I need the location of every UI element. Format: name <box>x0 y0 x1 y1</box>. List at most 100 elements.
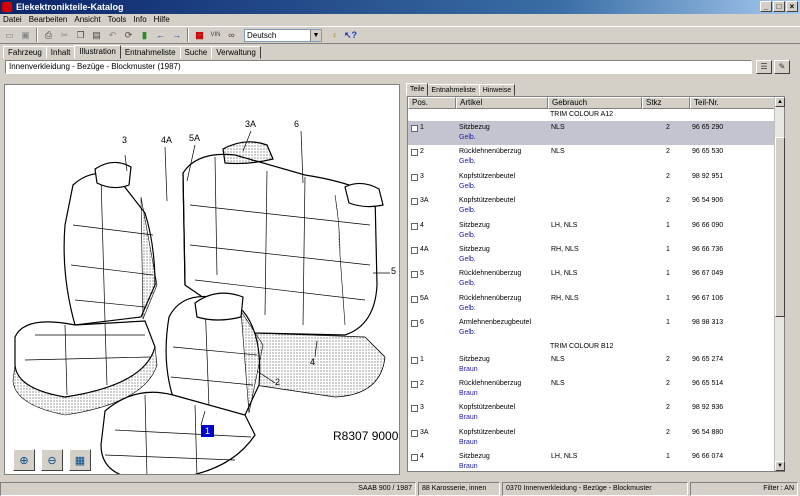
table-row[interactable]: 2 Rücklehnenüberzug Braun NLS 2 96 65 514 <box>408 377 784 401</box>
open-icon[interactable]: ▭ <box>2 28 17 43</box>
callout-5a[interactable]: 5A <box>189 133 200 143</box>
cell-artikel: Kopfstützenbeutel <box>459 404 516 412</box>
callout-2[interactable]: 2 <box>275 377 280 387</box>
callout-1-selected[interactable]: 1 <box>201 425 214 437</box>
print-icon[interactable]: ⎙ <box>41 28 56 43</box>
scroll-up-icon[interactable]: ▲ <box>775 97 785 107</box>
callout-6[interactable]: 6 <box>294 119 299 129</box>
table-row[interactable]: 3A Kopfstützenbeutel Braun 2 96 54 880 <box>408 426 784 450</box>
minimize-button[interactable]: _ <box>760 1 772 12</box>
copy-icon[interactable]: ❐ <box>73 28 88 43</box>
tab-entnahmeliste[interactable]: Entnahmeliste <box>119 46 181 59</box>
table-row[interactable]: 2 Rücklehnenüberzug Gelb. NLS 2 96 65 530 <box>408 145 784 169</box>
tab-entnahmeliste-parts[interactable]: Entnahmeliste <box>427 84 480 96</box>
header-artikel[interactable]: Artikel <box>456 97 548 109</box>
cell-color: Gelb. <box>459 304 476 312</box>
whats-this-icon[interactable]: ↖? <box>343 28 358 43</box>
scroll-thumb[interactable] <box>775 137 785 317</box>
status-light-icon[interactable]: ▮ <box>137 28 152 43</box>
list-icon[interactable]: ☰ <box>756 60 772 74</box>
table-row[interactable]: 1 Sitzbezug Braun NLS 2 96 65 274 <box>408 353 784 377</box>
tab-inhalt[interactable]: Inhalt <box>45 46 76 59</box>
row-checkbox[interactable] <box>411 429 418 437</box>
row-checkbox[interactable] <box>411 271 418 279</box>
vin-icon[interactable]: VIN <box>208 28 223 43</box>
table-row[interactable]: 4A Sitzbezug Gelb. RH, NLS 1 96 66 736 <box>408 243 784 267</box>
table-row[interactable]: 3 Kopfstützenbeutel Braun 2 98 92 936 <box>408 401 784 425</box>
edit-icon[interactable]: ✎ <box>774 60 790 74</box>
toolbar-separator <box>36 28 38 42</box>
tab-suche[interactable]: Suche <box>179 46 213 59</box>
paste-icon[interactable]: ▤ <box>89 28 104 43</box>
table-row[interactable]: 4 Sitzbezug Braun LH, NLS 1 96 66 074 <box>408 450 784 471</box>
maximize-button[interactable]: □ <box>773 1 785 12</box>
header-gebrauch[interactable]: Gebrauch <box>548 97 642 109</box>
table-row[interactable]: 3 Kopfstützenbeutel Gelb. 2 98 92 951 <box>408 170 784 194</box>
callout-5[interactable]: 5 <box>391 266 396 276</box>
tab-fahrzeug[interactable]: Fahrzeug <box>3 46 47 59</box>
cell-artikel: Kopfstützenbeutel <box>459 172 516 180</box>
tab-illustration[interactable]: Illustration <box>74 45 121 59</box>
table-row[interactable]: 1 Sitzbezug Gelb. NLS 2 96 65 290 <box>408 121 784 146</box>
row-checkbox[interactable] <box>411 454 418 462</box>
row-checkbox[interactable] <box>411 222 418 230</box>
table-row[interactable]: 3A Kopfstützenbeutel Gelb. 2 96 54 906 <box>408 194 784 218</box>
row-checkbox[interactable] <box>411 173 418 181</box>
row-checkbox[interactable] <box>411 320 418 328</box>
row-checkbox[interactable] <box>411 356 418 364</box>
header-pos[interactable]: Pos. <box>408 97 456 109</box>
refresh-icon[interactable]: ⟳ <box>121 28 136 43</box>
zoom-in-icon[interactable]: ⊕ <box>13 449 35 471</box>
row-checkbox[interactable] <box>411 125 418 132</box>
cell-teilnr: 96 67 049 <box>692 270 724 278</box>
link-icon[interactable]: ∞ <box>224 28 239 43</box>
catalog-icon[interactable]: ▦ <box>192 28 207 43</box>
cell-color: Gelb. <box>459 231 476 239</box>
row-checkbox[interactable] <box>411 380 418 388</box>
menu-info[interactable]: Info <box>133 14 146 26</box>
tab-hinweise[interactable]: Hinweise <box>478 84 516 96</box>
row-checkbox[interactable] <box>411 246 418 254</box>
vertical-scrollbar[interactable]: ▲ ▼ <box>774 97 785 471</box>
save-icon[interactable]: ▣ <box>18 28 33 43</box>
callout-4a[interactable]: 4A <box>161 135 172 145</box>
table-row[interactable]: 5 Rücklehnenüberzug Gelb. LH, NLS 1 96 67 049 <box>408 267 784 291</box>
callout-3a[interactable]: 3A <box>245 119 256 129</box>
tab-verwaltung[interactable]: Verwaltung <box>211 46 261 59</box>
cell-pos: 3 <box>420 172 424 180</box>
forward-arrow-icon[interactable]: → <box>169 28 184 43</box>
header-stkz[interactable]: Stkz <box>642 97 690 109</box>
menu-hilfe[interactable]: Hilfe <box>154 14 170 26</box>
row-checkbox[interactable] <box>411 198 418 206</box>
cut-icon[interactable]: ✂ <box>57 28 72 43</box>
cell-stkz: 2 <box>666 428 670 436</box>
header-teilnr[interactable]: Teil-Nr. <box>690 97 776 109</box>
row-checkbox[interactable] <box>411 405 418 413</box>
callout-4[interactable]: 4 <box>310 357 315 367</box>
row-checkbox[interactable] <box>411 295 418 303</box>
table-row[interactable]: 6 Armlehnenbezugbeutel Gelb. 1 98 98 313 <box>408 316 784 340</box>
cell-artikel: Sitzbezug <box>459 124 490 131</box>
cell-pos: 4 <box>420 221 424 229</box>
menu-bearbeiten[interactable]: Bearbeiten <box>29 14 68 26</box>
table-row[interactable]: 4 Sitzbezug Gelb. LH, NLS 1 96 66 090 <box>408 219 784 243</box>
cell-stkz: 1 <box>666 319 670 327</box>
fit-view-icon[interactable]: ▦ <box>69 449 91 471</box>
zoom-out-icon[interactable]: ⊖ <box>41 449 63 471</box>
cell-color: Gelb. <box>459 134 476 141</box>
back-arrow-icon[interactable]: ← <box>153 28 168 43</box>
help-bulb-icon[interactable]: ♀ <box>327 28 342 43</box>
close-button[interactable]: × <box>786 1 798 12</box>
cell-artikel: Rücklehnenüberzug <box>459 379 522 387</box>
menu-datei[interactable]: Datei <box>3 14 22 26</box>
menu-tools[interactable]: Tools <box>108 14 127 26</box>
row-checkbox[interactable] <box>411 149 418 157</box>
callout-3[interactable]: 3 <box>122 135 127 145</box>
cell-stkz: 1 <box>666 453 670 461</box>
scroll-down-icon[interactable]: ▼ <box>775 461 785 471</box>
menu-ansicht[interactable]: Ansicht <box>74 14 100 26</box>
language-select[interactable]: Deutsch ▼ <box>244 28 322 42</box>
undo-icon[interactable]: ↶ <box>105 28 120 43</box>
table-row[interactable]: 5A Rücklehnenüberzug Gelb. RH, NLS 1 96 67 10… <box>408 292 784 316</box>
tab-teile[interactable]: Teile <box>406 83 429 96</box>
